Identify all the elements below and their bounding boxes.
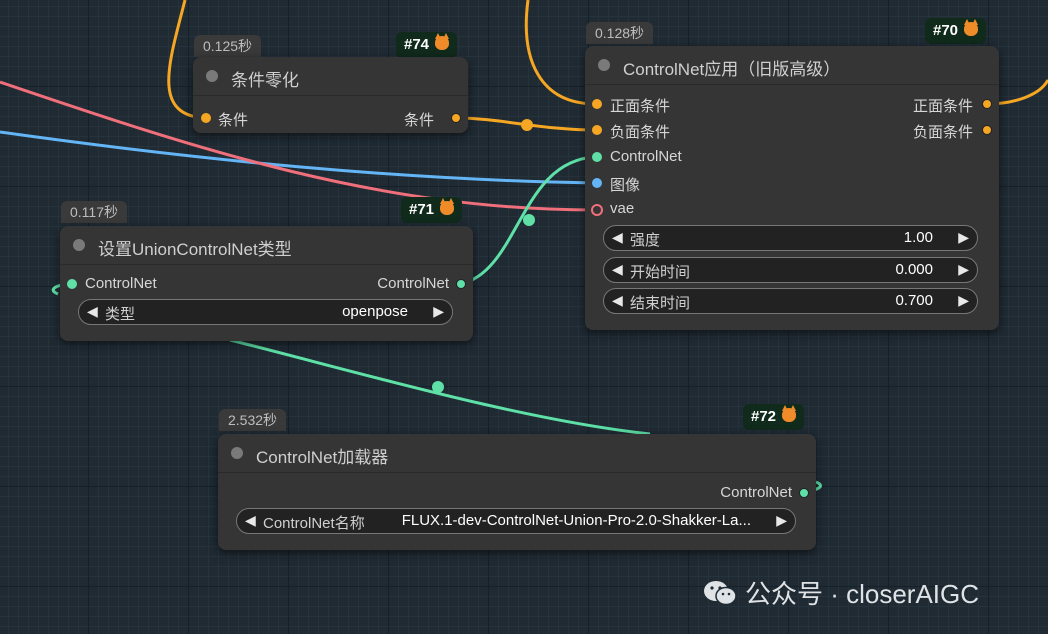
node-id-badge: #72 — [743, 404, 805, 430]
collapse-dot-icon[interactable] — [231, 447, 243, 459]
input-label: 条件 — [218, 112, 249, 129]
image-link — [0, 130, 597, 185]
node-id-badge: #74 — [396, 32, 458, 58]
input-label: vae — [610, 200, 635, 217]
decrement-arrow-icon[interactable]: ◀ — [612, 292, 623, 309]
widget-value: 0.700 — [895, 292, 933, 309]
widget-value: FLUX.1-dev-ControlNet-Union-Pro-2.0-Shak… — [401, 512, 751, 529]
decrement-arrow-icon[interactable]: ◀ — [245, 512, 256, 529]
strength-slider[interactable]: ◀ 强度 1.00 ▶ — [603, 225, 978, 251]
node-conditioning-zero[interactable]: 条件零化 条件 条件 — [193, 57, 468, 133]
input-pin-negative[interactable] — [592, 125, 602, 135]
collapse-dot-icon[interactable] — [206, 70, 218, 82]
input-label: 正面条件 — [610, 98, 671, 115]
watermark-text: 公众号 · closerAIGC — [745, 579, 980, 609]
fox-icon — [964, 19, 979, 36]
controlnet-name-select[interactable]: ◀ ControlNet名称 FLUX.1-dev-ControlNet-Uni… — [236, 508, 796, 534]
node-controlnet-loader[interactable]: ControlNet加载器 ControlNet ◀ ControlNet名称 … — [218, 434, 816, 550]
increment-arrow-icon[interactable]: ▶ — [776, 512, 787, 529]
reroute-dot-orange[interactable] — [521, 119, 533, 131]
node-title: 设置UnionControlNet类型 — [98, 240, 292, 259]
output-label: ControlNet — [720, 484, 792, 501]
widget-label: 强度 — [630, 232, 661, 249]
start-time-slider[interactable]: ◀ 开始时间 0.000 ▶ — [603, 257, 978, 283]
input-label: 负面条件 — [610, 124, 671, 141]
reroute-dot-green-2[interactable] — [432, 381, 444, 393]
output-pin-positive[interactable] — [982, 99, 992, 109]
node-timing: 0.117秒 — [61, 201, 127, 223]
collapse-dot-icon[interactable] — [73, 239, 85, 251]
input-label: 图像 — [610, 177, 641, 194]
input-label: ControlNet — [85, 275, 157, 292]
node-id-badge: #70 — [925, 18, 987, 44]
decrement-arrow-icon[interactable]: ◀ — [612, 261, 623, 278]
wechat-icon — [704, 581, 737, 606]
widget-value: 0.000 — [895, 261, 933, 278]
output-label: 负面条件 — [912, 124, 973, 141]
node-title: 条件零化 — [231, 71, 299, 90]
collapse-dot-icon[interactable] — [598, 59, 610, 71]
widget-label: 结束时间 — [630, 295, 691, 312]
increment-arrow-icon[interactable]: ▶ — [433, 303, 444, 320]
input-pin-controlnet[interactable] — [592, 152, 602, 162]
node-header[interactable]: ControlNet加载器 — [218, 434, 816, 473]
output-pin-negative[interactable] — [982, 125, 992, 135]
output-pin-controlnet[interactable] — [456, 279, 466, 289]
widget-label: 类型 — [105, 306, 136, 323]
widget-label: 开始时间 — [630, 264, 691, 281]
input-pin-conditioning[interactable] — [201, 113, 211, 123]
node-controlnet-apply[interactable]: ControlNet应用（旧版高级） 正面条件 负面条件 ControlNet … — [585, 46, 999, 330]
output-pin-conditioning[interactable] — [451, 113, 461, 123]
node-header[interactable]: ControlNet应用（旧版高级） — [585, 46, 999, 85]
reroute-dot-green-1[interactable] — [523, 214, 535, 226]
node-set-union-type[interactable]: 设置UnionControlNet类型 ControlNet ControlNe… — [60, 226, 473, 341]
input-pin-controlnet[interactable] — [67, 279, 77, 289]
controlnet-link-loader-to-union — [229, 338, 651, 436]
fox-icon — [782, 405, 797, 422]
fox-icon — [435, 33, 450, 50]
type-select[interactable]: ◀ 类型 openpose ▶ — [78, 299, 453, 325]
widget-value: openpose — [342, 303, 408, 320]
increment-arrow-icon[interactable]: ▶ — [958, 292, 969, 309]
output-pin-controlnet[interactable] — [799, 488, 809, 498]
node-timing: 2.532秒 — [219, 409, 287, 431]
increment-arrow-icon[interactable]: ▶ — [958, 229, 969, 246]
decrement-arrow-icon[interactable]: ◀ — [612, 229, 623, 246]
output-label: 条件 — [403, 112, 434, 129]
controlnet-link-union-to-apply — [460, 155, 597, 286]
widget-value: 1.00 — [903, 229, 933, 246]
node-timing: 0.125秒 — [194, 35, 262, 57]
output-label: ControlNet — [377, 275, 449, 292]
node-id-badge: #71 — [401, 197, 463, 223]
node-header[interactable]: 设置UnionControlNet类型 — [60, 226, 473, 265]
node-timing: 0.128秒 — [586, 22, 654, 44]
increment-arrow-icon[interactable]: ▶ — [958, 261, 969, 278]
end-time-slider[interactable]: ◀ 结束时间 0.700 ▶ — [603, 288, 978, 314]
watermark: 公众号 · closerAIGC — [703, 574, 979, 610]
node-title: ControlNet加载器 — [256, 448, 389, 467]
conditioning-link-zero-to-apply — [455, 116, 597, 132]
fox-icon — [440, 198, 455, 215]
input-label: ControlNet — [610, 148, 682, 165]
widget-label: ControlNet名称 — [263, 515, 365, 532]
input-pin-image[interactable] — [592, 178, 602, 188]
decrement-arrow-icon[interactable]: ◀ — [87, 303, 98, 320]
output-label: 正面条件 — [912, 98, 973, 115]
input-pin-positive[interactable] — [592, 99, 602, 109]
node-title: ControlNet应用（旧版高级） — [623, 60, 841, 79]
node-header[interactable]: 条件零化 — [193, 57, 468, 96]
input-pin-vae[interactable] — [591, 204, 603, 216]
